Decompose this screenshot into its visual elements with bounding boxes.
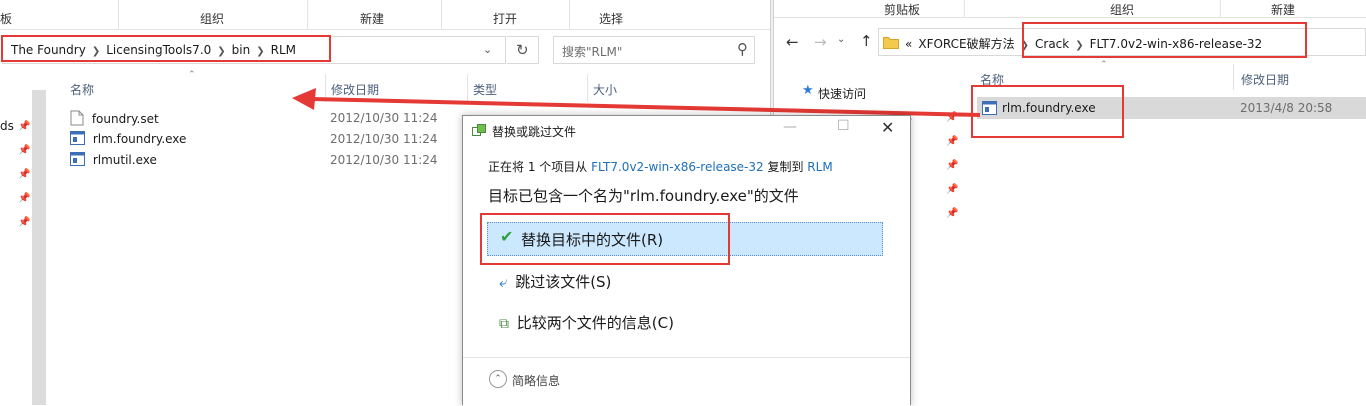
compare-option[interactable]: ⧉ 比较两个文件的信息(C) xyxy=(487,312,674,333)
ribbon-open-label[interactable]: 打开 xyxy=(493,10,517,27)
copy-dest-link[interactable]: RLM xyxy=(807,160,832,174)
chevron-up-circle-icon[interactable]: ⌃ xyxy=(489,370,507,388)
pin-icon: 📌 xyxy=(946,208,959,219)
file-row[interactable]: rlm.foundry.exe xyxy=(70,131,186,146)
search-box[interactable]: 搜索"RLM" ⚲ xyxy=(553,36,755,64)
replace-option-highlight xyxy=(480,213,730,265)
file-name: foundry.set xyxy=(91,112,159,126)
source-file-highlight xyxy=(971,85,1124,138)
folder-icon xyxy=(883,37,899,49)
pin-icon: 📌 xyxy=(946,136,959,147)
document-icon xyxy=(70,110,84,126)
skip-option-label: 跳过该文件(S) xyxy=(515,273,612,291)
recent-dropdown-icon[interactable]: ⌄ xyxy=(837,34,845,45)
conflict-message: 目标已包含一个名为"rlm.foundry.exe"的文件 xyxy=(488,187,799,205)
file-name: rlm.foundry.exe xyxy=(92,132,187,146)
ribbon-organize-label[interactable]: 组织 xyxy=(200,10,224,27)
ribbon-organize-label[interactable]: 组织 xyxy=(1110,1,1134,18)
copy-status: 正在将 1 个项目从 FLT7.0v2-win-x86-release-32 复… xyxy=(488,158,833,175)
sort-up-icon: ⌃ xyxy=(1100,60,1108,70)
skip-option[interactable]: ⤶ 跳过该文件(S) xyxy=(487,271,611,292)
breadcrumb-overflow[interactable]: « xyxy=(905,37,912,51)
copy-icon xyxy=(472,124,486,136)
dialog-footer: ⌃ 简略信息 xyxy=(463,357,910,406)
sort-up-icon: ⌃ xyxy=(188,70,196,80)
back-arrow-icon[interactable]: ← xyxy=(786,33,799,51)
copy-source-link[interactable]: FLT7.0v2-win-x86-release-32 xyxy=(591,160,764,174)
refresh-button[interactable]: ↻ xyxy=(507,36,539,64)
nav-scrollbar[interactable] xyxy=(32,90,46,405)
file-date: 2013/4/8 20:58 xyxy=(1240,101,1333,115)
ribbon-new-label[interactable]: 新建 xyxy=(1271,1,1295,18)
forward-arrow-icon[interactable]: → xyxy=(814,33,827,51)
file-date: 2012/10/30 11:24 xyxy=(330,153,438,167)
pin-icon: 📌 xyxy=(946,184,959,195)
nav-pane: ds 📌 📌 📌 📌 📌 xyxy=(0,72,48,405)
red-arrow-shaft xyxy=(311,97,981,117)
up-arrow-icon[interactable]: ↑ xyxy=(860,32,873,50)
file-name: rlmutil.exe xyxy=(92,153,157,167)
ribbon-clipboard-label[interactable]: 剪贴板 xyxy=(884,1,920,18)
nav-item-partial[interactable]: ds xyxy=(0,119,14,133)
maximize-icon[interactable]: ☐ xyxy=(837,118,850,134)
minimize-icon[interactable]: — xyxy=(783,119,797,135)
replace-skip-dialog: 替换或跳过文件 — ☐ ✕ 正在将 1 个项目从 FLT7.0v2-win-x8… xyxy=(462,115,911,406)
copy-prefix: 正在将 1 个项目从 xyxy=(488,160,592,174)
search-input[interactable]: 搜索"RLM" xyxy=(562,43,622,60)
pin-icon: 📌 xyxy=(18,193,31,204)
refresh-icon: ↻ xyxy=(516,41,529,59)
pin-icon: 📌 xyxy=(18,169,31,180)
pin-icon: 📌 xyxy=(18,121,31,132)
pin-icon: 📌 xyxy=(18,145,31,156)
file-row[interactable]: foundry.set xyxy=(70,110,159,126)
left-ribbon: 板 组织 新建 打开 选择 xyxy=(0,0,770,30)
breadcrumb-highlight xyxy=(1,35,331,62)
skip-arrow-icon: ⤶ xyxy=(499,273,508,291)
column-date[interactable]: 修改日期 xyxy=(1241,71,1289,88)
compare-option-label: 比较两个文件的信息(C) xyxy=(516,314,674,332)
compare-files-icon: ⧉ xyxy=(499,316,509,332)
breadcrumb-highlight xyxy=(1022,22,1307,58)
column-name[interactable]: 名称 xyxy=(70,81,94,98)
breadcrumb-item[interactable]: XFORCE破解方法 xyxy=(918,37,1014,51)
dialog-title: 替换或跳过文件 xyxy=(492,125,577,139)
copy-mid: 复制到 xyxy=(763,160,808,174)
right-ribbon: 剪贴板 组织 新建 xyxy=(774,0,1366,18)
chevron-down-icon[interactable]: ⌄ xyxy=(483,43,492,56)
ribbon-new-label[interactable]: 新建 xyxy=(360,10,384,27)
details-toggle-label[interactable]: 简略信息 xyxy=(512,372,560,389)
pin-icon: 📌 xyxy=(946,160,959,171)
red-arrow-head xyxy=(292,88,316,110)
exe-icon xyxy=(70,131,85,145)
pin-icon: 📌 xyxy=(18,217,31,228)
ribbon-select-label[interactable]: 选择 xyxy=(599,10,623,27)
close-icon[interactable]: ✕ xyxy=(881,118,894,137)
file-row[interactable]: rlmutil.exe xyxy=(70,152,157,167)
exe-icon xyxy=(70,152,85,166)
search-icon: ⚲ xyxy=(737,40,748,58)
ribbon-clipboard-label[interactable]: 板 xyxy=(0,10,12,27)
